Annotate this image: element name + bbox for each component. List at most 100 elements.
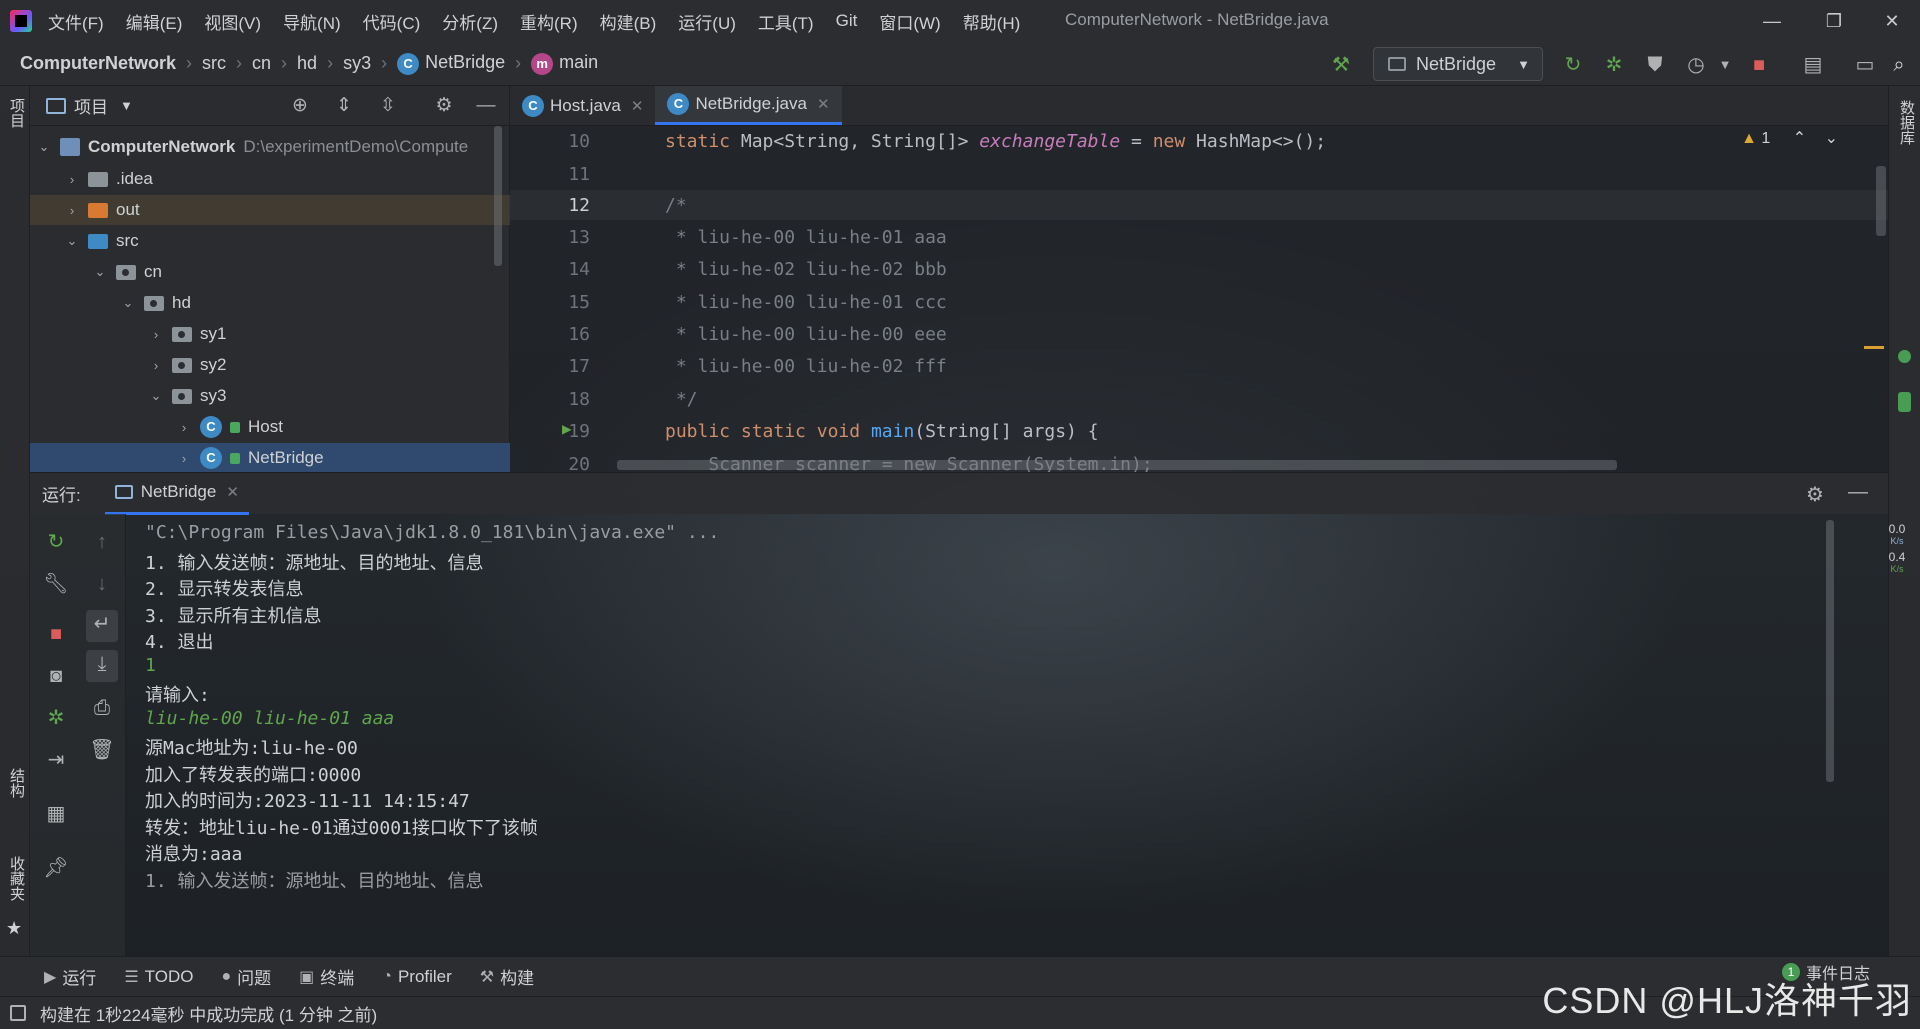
tool-tab-run[interactable]: ▶ 运行 [44,964,96,989]
chevron-down-icon[interactable]: ⌄ [148,388,164,404]
tree-item-hd[interactable]: ⌄ hd [30,288,510,318]
tab-netbridge-java[interactable]: C NetBridge.java ✕ [655,86,842,125]
editor-horizontal-scrollbar[interactable] [617,460,1617,470]
structure-tool-button[interactable]: 结构 [6,768,27,798]
tool-tab-todo[interactable]: ☰ TODO [124,967,193,987]
arrow-up-icon[interactable]: ↑ [88,528,116,556]
collapse-all-icon[interactable]: ⇳ [376,94,400,118]
scroll-to-end-icon[interactable]: ⤓ [86,650,118,682]
wrench-icon[interactable]: 🔧︎ [42,570,70,598]
menu-build[interactable]: 构建(B) [600,9,657,34]
hide-panel-icon[interactable]: — [1848,481,1868,504]
rerun-icon[interactable]: ↻ [1560,52,1586,78]
build-hammer-icon[interactable]: ⚒ [1328,52,1354,78]
chevron-right-icon[interactable]: › [64,172,80,187]
tree-item-cn[interactable]: ⌄ cn [30,257,510,287]
menu-window[interactable]: 窗口(W) [879,9,940,34]
menu-code[interactable]: 代码(C) [363,9,421,34]
minimize-icon[interactable]: — [1752,6,1792,36]
warning-stripe-marker[interactable] [1864,346,1884,349]
console-scrollbar[interactable] [1826,520,1834,782]
tree-item-computernetwork[interactable]: ⌄ ComputerNetwork D:\experimentDemo\Comp… [30,132,510,162]
project-scrollbar[interactable] [494,126,502,266]
more-run-chevron-down-icon[interactable]: ▼ [1712,52,1738,78]
breadcrumb-hd[interactable]: hd [297,53,317,74]
tree-item-out[interactable]: › out [30,195,510,225]
tool-tab-profiler[interactable]: ◔ Profiler [382,967,452,987]
project-tool-button[interactable]: 项目 [6,98,27,128]
profile-icon[interactable]: ◷ [1683,52,1709,78]
search-icon[interactable]: ⌕ [1886,52,1912,78]
chevron-down-icon[interactable]: ⌄ [36,139,52,155]
debug-settings-icon[interactable]: ✲ [42,704,70,732]
run-tab-netbridge[interactable]: NetBridge ✕ [104,473,249,515]
project-structure-icon[interactable]: ▤ [1800,52,1826,78]
close-icon[interactable]: ✕ [226,483,239,501]
breadcrumb-src[interactable]: src [202,53,226,74]
chevron-down-icon[interactable]: ▼ [120,98,133,113]
chevron-right-icon[interactable]: › [148,358,164,373]
locate-target-icon[interactable]: ⊕ [288,94,312,118]
tool-tab-terminal[interactable]: ▣ 终端 [299,964,354,989]
chevron-right-icon[interactable]: › [64,203,80,218]
menu-refactor[interactable]: 重构(R) [520,9,578,34]
breadcrumb-method[interactable]: m main [531,52,598,75]
breadcrumb-class[interactable]: C NetBridge [397,52,505,75]
gear-icon[interactable]: ⚙ [1806,482,1824,507]
soft-wrap-icon[interactable]: ↵ [86,610,118,642]
hide-panel-icon[interactable]: — [474,94,498,118]
chevron-right-icon[interactable]: › [176,451,192,466]
tree-item-sy1[interactable]: › sy1 [30,319,510,349]
chevron-right-icon[interactable]: › [176,420,192,435]
tree-item-netbridge[interactable]: › C NetBridge [30,443,510,473]
expand-all-icon[interactable]: ⇕ [332,94,356,118]
menu-tools[interactable]: 工具(T) [758,9,814,34]
breadcrumb-cn[interactable]: cn [252,53,271,74]
favorites-tool-button[interactable]: 收藏夹 [6,856,27,901]
camera-icon[interactable]: ◙ [42,662,70,690]
menu-help[interactable]: 帮助(H) [963,9,1021,34]
gear-icon[interactable]: ⚙ [432,94,456,118]
tab-host-java[interactable]: C Host.java ✕ [510,86,655,125]
debug-bug-icon[interactable]: ✲ [1601,52,1627,78]
rerun-icon[interactable]: ↻ [42,528,70,556]
toggle-tool-windows-icon[interactable] [10,1005,26,1021]
pin-icon[interactable]: 📌︎ [42,854,70,882]
menu-git[interactable]: Git [836,11,858,31]
tree-item-sy2[interactable]: › sy2 [30,350,510,380]
status-message[interactable]: 构建在 1秒224毫秒 中成功完成 (1 分钟 之前) [40,1001,377,1026]
code-area[interactable]: 10 static Map<String, String[]> exchange… [510,126,1888,472]
coverage-shield-icon[interactable]: ⛊ [1642,52,1668,78]
close-icon[interactable]: ✕ [631,97,644,115]
tree-item-idea[interactable]: › .idea [30,164,510,194]
run-configuration-select[interactable]: NetBridge ▼ [1373,47,1543,81]
menu-view[interactable]: 视图(V) [204,9,261,34]
close-icon[interactable]: ✕ [817,95,830,113]
tree-item-src[interactable]: ⌄ src [30,226,510,256]
close-window-icon[interactable]: ✕ [1872,6,1912,36]
presentation-icon[interactable]: ▭ [1852,52,1878,78]
arrow-down-icon[interactable]: ↓ [88,570,116,598]
project-panel-title[interactable]: 项目 [74,93,108,118]
chevron-down-icon[interactable]: ⌄ [120,295,136,311]
menu-edit[interactable]: 编辑(E) [126,9,183,34]
menu-navigate[interactable]: 导航(N) [283,9,341,34]
tree-item-sy3[interactable]: ⌄ sy3 [30,381,510,411]
breadcrumb-project[interactable]: ComputerNetwork [20,53,176,74]
stop-icon[interactable]: ■ [1746,52,1772,78]
login-exit-icon[interactable]: ⇥ [42,746,70,774]
database-tool-button[interactable]: 数据库 [1896,100,1917,145]
print-icon[interactable]: ⎙ [88,694,116,722]
chevron-right-icon[interactable]: › [148,327,164,342]
stop-icon[interactable]: ■ [42,620,70,648]
editor-vertical-scrollbar[interactable] [1876,166,1886,236]
menu-file[interactable]: 文件(F) [48,9,104,34]
tool-tab-problems[interactable]: ● 问题 [221,964,271,989]
chevron-down-icon[interactable]: ⌄ [92,264,108,280]
layout-icon[interactable]: ▦ [42,800,70,828]
trash-icon[interactable]: 🗑︎ [88,736,116,764]
restore-icon[interactable]: ❐ [1814,6,1854,36]
console-output[interactable]: "C:\Program Files\Java\jdk1.8.0_181\bin\… [126,514,1866,956]
tree-item-host[interactable]: › C Host [30,412,510,442]
run-gutter-icon[interactable]: ▶ [562,419,572,438]
